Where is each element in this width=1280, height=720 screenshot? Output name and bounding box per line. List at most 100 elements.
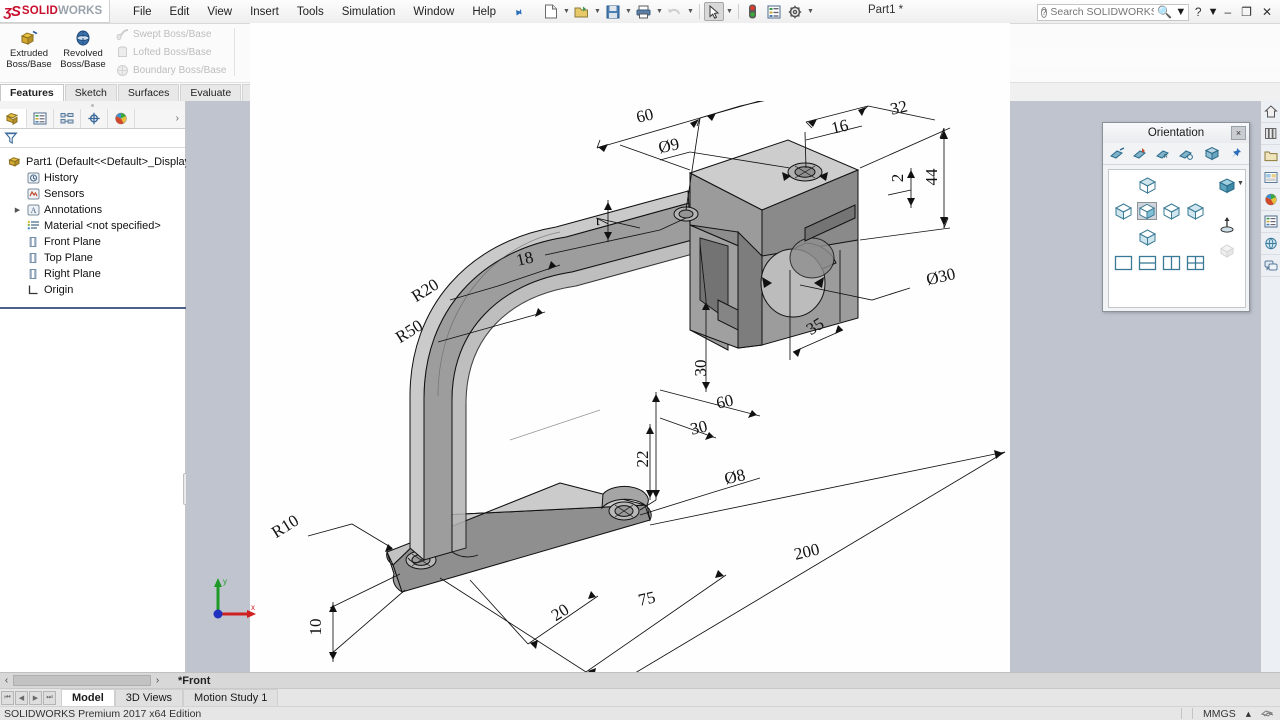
undo-button[interactable] — [665, 2, 685, 21]
undo-caret-icon[interactable]: ▼ — [686, 8, 695, 15]
help-search-box[interactable]: ? 🔍 ▼ — [1036, 3, 1189, 21]
units-caret-icon[interactable]: ▴ — [1246, 708, 1251, 720]
search-caret-icon[interactable]: ▼ — [1175, 6, 1186, 18]
file-properties-button[interactable] — [764, 2, 784, 21]
select-button[interactable] — [703, 2, 724, 21]
rebuild-button[interactable] — [743, 2, 763, 21]
scroll-right-arrow-icon[interactable]: › — [151, 675, 164, 686]
view-back-button[interactable] — [1185, 202, 1205, 220]
help-button[interactable]: ? — [1191, 4, 1206, 20]
menu-insert[interactable]: Insert — [241, 3, 288, 21]
menu-help[interactable]: Help — [463, 3, 505, 21]
swept-boss-base-item[interactable]: Swept Boss/Base — [112, 26, 229, 42]
tree-node-part1[interactable]: Part1 (Default<<Default>_Display Sta — [2, 154, 210, 170]
menu-file[interactable]: File — [124, 3, 161, 21]
search-icon[interactable]: 🔍 — [1157, 5, 1172, 19]
pushpin-icon[interactable] — [1225, 145, 1245, 163]
feature-manager-tab[interactable] — [0, 109, 27, 128]
close-icon[interactable]: × — [1231, 126, 1246, 140]
tree-node-front-plane[interactable]: Front Plane — [2, 234, 185, 250]
tree-node-origin[interactable]: Origin — [2, 282, 185, 298]
nav-first-button[interactable]: ⏮ — [1, 690, 14, 705]
property-manager-tab[interactable] — [27, 109, 54, 128]
tree-rollback-bar[interactable] — [0, 307, 186, 309]
view-normal-to-icon[interactable] — [1107, 145, 1127, 163]
menu-view[interactable]: View — [198, 3, 241, 21]
single-view-button[interactable] — [1113, 254, 1133, 272]
view-update-standard-icon[interactable] — [1130, 145, 1150, 163]
options-button[interactable] — [785, 2, 805, 21]
view-front-button[interactable] — [1137, 202, 1157, 220]
tab-surfaces[interactable]: Surfaces — [117, 84, 180, 101]
units-label[interactable]: MMGS — [1203, 708, 1236, 720]
tree-expander[interactable]: ▶ — [13, 206, 22, 214]
view-previous-icon[interactable]: R — [1153, 145, 1173, 163]
nav-last-button[interactable]: ⏭ — [43, 690, 56, 705]
tree-node-history[interactable]: History — [2, 170, 185, 186]
horizontal-scrollbar[interactable] — [13, 675, 151, 686]
options-caret-icon[interactable]: ▼ — [806, 8, 815, 15]
boundary-boss-base-item[interactable]: Boundary Boss/Base — [112, 62, 229, 78]
dimxpert-manager-tab[interactable] — [81, 109, 108, 128]
view-palette-button[interactable] — [1261, 167, 1280, 189]
tree-node-sensors[interactable]: Sensors — [2, 186, 185, 202]
help-caret-icon[interactable]: ▼ — [1208, 6, 1219, 18]
extruded-boss-base-button[interactable]: Extruded Boss/Base — [2, 26, 56, 78]
four-view-button[interactable] — [1185, 254, 1205, 272]
solidworks-resources-button[interactable] — [1261, 101, 1280, 123]
overlay-icon[interactable] — [1261, 708, 1274, 719]
tree-node-material[interactable]: Material <not specified> — [2, 218, 185, 234]
graphics-area[interactable]: 60 10 32 16 Ø9 44 2 7 18 R20 R50 Ø30 35 … — [186, 23, 1280, 685]
minimize-button[interactable]: – — [1220, 4, 1235, 20]
isometric-cube-button[interactable] — [1217, 176, 1237, 194]
two-view-horizontal-button[interactable] — [1137, 254, 1157, 272]
menu-tools[interactable]: Tools — [288, 3, 333, 21]
open-document-caret-icon[interactable]: ▼ — [593, 8, 602, 15]
orientation-dialog[interactable]: Orientation × R ▼ — [1102, 122, 1250, 312]
print-caret-icon[interactable]: ▼ — [655, 8, 664, 15]
close-button[interactable]: ✕ — [1258, 4, 1276, 20]
tab-evaluate[interactable]: Evaluate — [180, 84, 242, 101]
two-view-vertical-button[interactable] — [1161, 254, 1181, 272]
lofted-boss-base-item[interactable]: Lofted Boss/Base — [112, 44, 229, 60]
save-caret-icon[interactable]: ▼ — [624, 8, 633, 15]
tree-node-top-plane[interactable]: Top Plane — [2, 250, 185, 266]
view-bottom-button[interactable] — [1137, 228, 1157, 246]
menu-window[interactable]: Window — [404, 3, 463, 21]
nav-prev-button[interactable]: ◀ — [15, 690, 28, 705]
revolved-boss-base-button[interactable]: Revolved Boss/Base — [56, 26, 110, 78]
solidworks-forum-button[interactable] — [1261, 255, 1280, 277]
menu-edit[interactable]: Edit — [161, 3, 199, 21]
3d-contentcentral-button[interactable] — [1261, 233, 1280, 255]
print-button[interactable] — [634, 2, 654, 21]
new-document-button[interactable] — [541, 2, 561, 21]
scroll-left-arrow-icon[interactable]: ‹ — [0, 675, 13, 686]
tab-features[interactable]: Features — [0, 84, 64, 101]
tab-motion-study-1[interactable]: Motion Study 1 — [183, 689, 279, 706]
menu-simulation[interactable]: Simulation — [333, 3, 405, 21]
tree-node-right-plane[interactable]: Right Plane — [2, 266, 185, 282]
feature-manager-chevron-icon[interactable]: › — [176, 113, 185, 124]
file-explorer-button[interactable] — [1261, 145, 1280, 167]
panel-grip[interactable] — [0, 101, 185, 109]
isometric-caret-icon[interactable]: ▼ — [1237, 180, 1244, 187]
view-right-button[interactable] — [1161, 202, 1181, 220]
rotate-view-button[interactable] — [1217, 242, 1237, 260]
normal-to-axis-button[interactable] — [1217, 216, 1237, 234]
tree-node-annotations[interactable]: ▶ A Annotations — [2, 202, 185, 218]
tab-model[interactable]: Model — [61, 689, 115, 706]
configuration-manager-tab[interactable] — [54, 109, 81, 128]
select-caret-icon[interactable]: ▼ — [725, 8, 734, 15]
design-library-button[interactable] — [1261, 123, 1280, 145]
restore-button[interactable]: ❐ — [1237, 4, 1256, 20]
view-left-button[interactable] — [1113, 202, 1133, 220]
save-button[interactable] — [603, 2, 623, 21]
open-document-button[interactable] — [572, 2, 592, 21]
view-isometric-box-icon[interactable] — [1202, 145, 1222, 163]
new-document-caret-icon[interactable]: ▼ — [562, 8, 571, 15]
appearances-scenes-button[interactable] — [1261, 189, 1280, 211]
pushpin-icon[interactable] — [509, 3, 526, 20]
tab-3d-views[interactable]: 3D Views — [114, 689, 184, 706]
feature-tree-filter-box[interactable] — [0, 129, 185, 148]
nav-next-button[interactable]: ▶ — [29, 690, 42, 705]
